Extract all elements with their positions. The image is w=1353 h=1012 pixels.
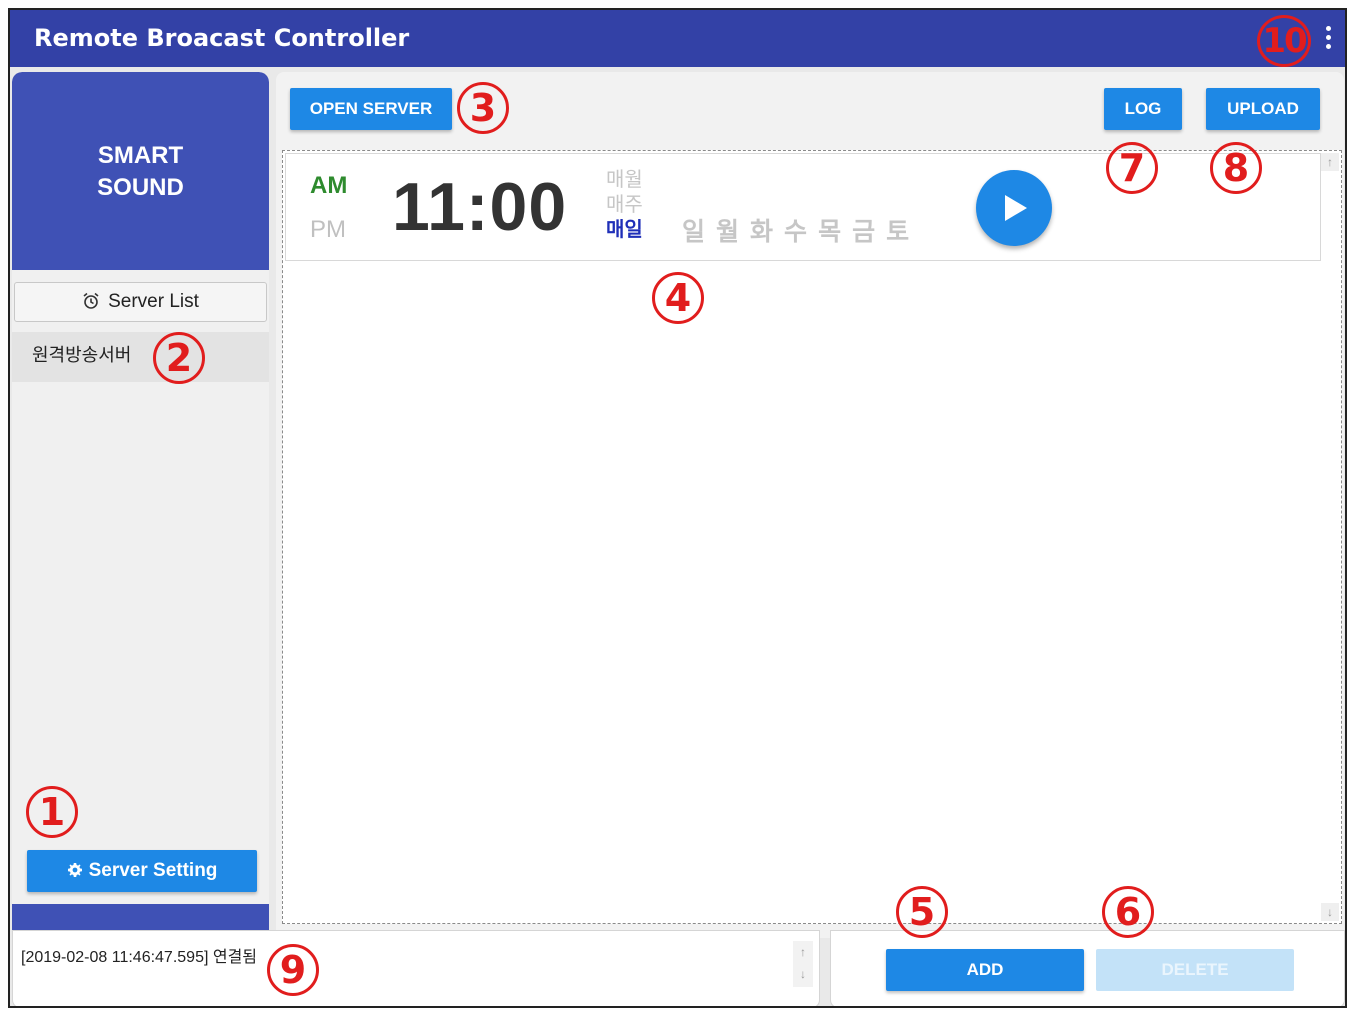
log-button[interactable]: LOG [1104,88,1182,130]
annotation-6: 6 [1102,886,1154,938]
schedule-list[interactable]: AM PM 11:00 매월 매주 매일 일월화수목금토 ↑ ↓ [282,150,1342,924]
annotation-9: 9 [267,944,319,996]
play-button[interactable] [976,170,1052,246]
brand-line-2: SOUND [97,174,184,201]
day-thu[interactable]: 목 [818,218,852,246]
day-wed[interactable]: 수 [784,218,818,246]
brand-panel: SMART SOUND [12,72,269,270]
am-toggle[interactable]: AM [310,172,347,200]
log-panel: [2019-02-08 11:46:47.595] 연결됨 ↑ ↓ [12,930,820,1006]
upload-button[interactable]: UPLOAD [1206,88,1320,130]
annotation-4: 4 [652,272,704,324]
server-setting-button[interactable]: Server Setting [27,850,257,892]
annotation-3: 3 [457,82,509,134]
log-scrollbar[interactable]: ↑ ↓ [793,941,813,987]
delete-button[interactable]: DELETE [1096,949,1294,991]
log-entry: [2019-02-08 11:46:47.595] 연결됨 [21,949,258,966]
frequency-option-daily[interactable]: 매일 [606,218,643,243]
annotation-2: 2 [153,332,205,384]
schedule-time[interactable]: 11:00 [392,168,567,246]
app-title: Remote Broacast Controller [34,24,410,52]
frequency-selector: 매월 매주 매일 [606,168,643,243]
open-server-button[interactable]: OPEN SERVER [290,88,452,130]
day-tue[interactable]: 화 [750,218,784,246]
server-list-label: Server List [108,291,199,312]
main-panel: OPEN SERVER LOG UPLOAD AM PM 11:00 매월 매주… [276,72,1344,938]
day-sun[interactable]: 일 [682,218,716,246]
play-icon [1005,195,1027,221]
app-window: Remote Broacast Controller SMART SOUND S… [8,8,1347,1008]
scroll-up-arrow-icon[interactable]: ↑ [1321,153,1339,171]
day-selector: 일월화수목금토 [682,212,920,248]
pm-toggle[interactable]: PM [310,216,346,244]
annotation-1: 1 [26,786,78,838]
server-list-item[interactable]: 원격방송서버 [12,332,269,382]
annotation-5: 5 [896,886,948,938]
annotation-7: 7 [1106,142,1158,194]
annotation-10: 10 [1257,15,1311,67]
brand-line-1: SMART [97,142,184,169]
frequency-option-monthly[interactable]: 매월 [606,168,643,193]
frequency-option-weekly[interactable]: 매주 [606,193,643,218]
schedule-row[interactable]: AM PM 11:00 매월 매주 매일 일월화수목금토 [285,153,1321,261]
alarm-clock-icon [83,292,99,309]
scroll-down-arrow-icon[interactable]: ↓ [1321,903,1339,921]
server-setting-label: Server Setting [88,860,218,881]
gear-icon [67,863,82,877]
action-panel: ADD DELETE [830,930,1345,1006]
day-sat[interactable]: 토 [886,218,920,246]
day-mon[interactable]: 월 [716,218,750,246]
sidebar-footer [12,904,269,930]
server-list-header[interactable]: Server List [14,282,267,322]
more-vert-icon[interactable] [1323,26,1333,52]
schedule-scrollbar[interactable]: ↑ ↓ [1321,153,1339,921]
annotation-8: 8 [1210,142,1262,194]
title-bar: Remote Broacast Controller [10,10,1345,67]
add-button[interactable]: ADD [886,949,1084,991]
day-fri[interactable]: 금 [852,218,886,246]
